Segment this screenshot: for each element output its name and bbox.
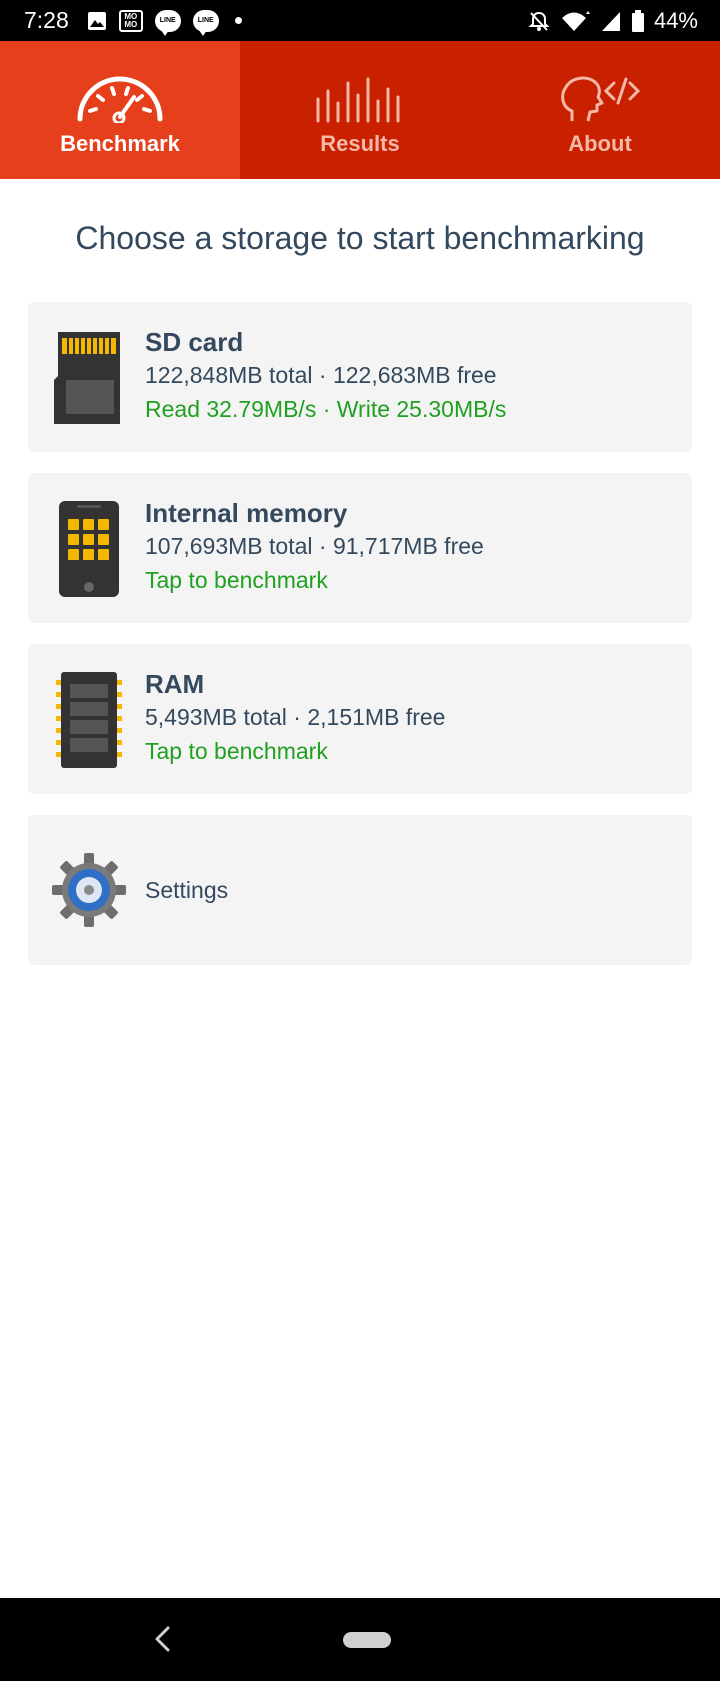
wifi-icon bbox=[561, 10, 590, 31]
tab-label: Results bbox=[320, 131, 400, 156]
settings-label: Settings bbox=[145, 877, 229, 903]
phone-icon bbox=[59, 501, 119, 597]
storage-capacity: 122,848MB total · 122,683MB free bbox=[145, 362, 497, 388]
tab-label: Benchmark bbox=[60, 131, 180, 156]
line-icon: LINE bbox=[154, 9, 181, 36]
storage-card-internal[interactable]: Internal memory 107,693MB total · 91,717… bbox=[28, 473, 692, 623]
mute-icon bbox=[528, 11, 550, 31]
back-icon[interactable] bbox=[150, 1624, 174, 1654]
head-code-icon bbox=[561, 76, 641, 122]
card-text: SD card 122,848MB total · 122,683MB free… bbox=[145, 326, 506, 426]
storage-title: Internal memory bbox=[145, 498, 348, 528]
status-right: 44% bbox=[528, 8, 698, 34]
notification-dot bbox=[234, 17, 242, 24]
tab-label: About bbox=[568, 131, 632, 156]
line-icon: LINE bbox=[192, 9, 219, 36]
storage-status: Tap to benchmark bbox=[145, 567, 328, 593]
storage-status: Read 32.79MB/s · Write 25.30MB/s bbox=[145, 396, 507, 422]
status-time: 7:28 bbox=[24, 7, 69, 33]
card-text: Internal memory 107,693MB total · 91,717… bbox=[145, 497, 484, 597]
settings-card[interactable]: Settings bbox=[28, 815, 692, 965]
storage-title: SD card bbox=[145, 327, 244, 357]
battery-icon bbox=[631, 9, 644, 32]
page-title: Choose a storage to start benchmarking bbox=[75, 220, 645, 256]
speedometer-icon bbox=[77, 76, 163, 123]
ram-chip-icon bbox=[56, 672, 122, 768]
home-pill-button[interactable] bbox=[343, 1632, 391, 1648]
image-icon bbox=[87, 11, 106, 30]
storage-status: Tap to benchmark bbox=[145, 738, 328, 764]
storage-title: RAM bbox=[145, 669, 205, 699]
status-bar: 7:28 MO MO LINE LINE 44% bbox=[0, 0, 720, 41]
battery-percent: 44% bbox=[653, 7, 698, 33]
bars-icon bbox=[316, 77, 400, 123]
sd-card-icon bbox=[54, 332, 120, 424]
tab-results[interactable]: Results bbox=[240, 41, 480, 179]
storage-capacity: 5,493MB total · 2,151MB free bbox=[145, 704, 446, 730]
card-text: RAM 5,493MB total · 2,151MB free Tap to … bbox=[145, 668, 445, 768]
gear-icon bbox=[52, 853, 126, 927]
tab-benchmark[interactable]: Benchmark bbox=[0, 41, 240, 179]
storage-card-ram[interactable]: RAM 5,493MB total · 2,151MB free Tap to … bbox=[28, 644, 692, 794]
notification-icons: MO MO LINE LINE bbox=[87, 9, 242, 36]
storage-card-sd[interactable]: SD card 122,848MB total · 122,683MB free… bbox=[28, 302, 692, 452]
storage-capacity: 107,693MB total · 91,717MB free bbox=[145, 533, 484, 559]
tab-bar: Benchmark Results About bbox=[0, 41, 720, 179]
navigation-bar bbox=[0, 1598, 720, 1681]
signal-icon bbox=[601, 11, 620, 31]
mo-icon: MO MO bbox=[118, 9, 143, 32]
tab-about[interactable]: About bbox=[480, 41, 720, 179]
